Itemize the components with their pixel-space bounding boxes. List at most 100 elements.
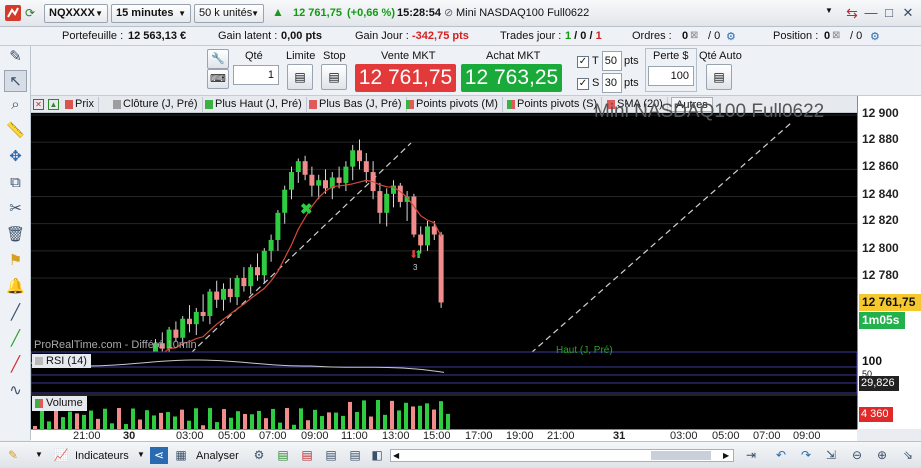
drawing-mode-icon[interactable]: ✎ — [4, 447, 22, 464]
orders-settings-icon[interactable]: ⚙ — [726, 30, 736, 43]
close-icon[interactable]: ✕ — [899, 4, 917, 22]
order-list-icon[interactable]: ▤ — [274, 447, 292, 464]
chart-scrollbar[interactable]: ◀ ▶ — [390, 449, 734, 462]
close-chart-icon[interactable]: ✕ — [33, 99, 44, 110]
positions-icon[interactable]: ▤ — [298, 447, 316, 464]
volume-bar — [40, 408, 44, 429]
candle-body — [302, 161, 308, 175]
fit-screen-icon[interactable]: ⇥ — [742, 447, 760, 464]
chevron-down-icon[interactable]: ▼ — [35, 450, 43, 459]
auto-qty-button[interactable]: ▤ — [706, 64, 732, 90]
chart-area[interactable]: Mini NASDAQ100 Full0622 ProRealTime.com … — [31, 101, 857, 429]
orders-clear-icon[interactable]: ⊠ — [690, 30, 698, 41]
legend-price[interactable]: Prix — [63, 97, 99, 112]
legend-pivots-s[interactable]: Points pivots (S) — [505, 97, 603, 112]
legend-price-label: Prix — [75, 98, 94, 110]
volume-bar — [117, 408, 121, 429]
position-clear-icon[interactable]: ⊠ — [832, 30, 840, 41]
legend-high-label: Plus Haut (J, Pré) — [215, 98, 302, 110]
loss-input[interactable]: 100 — [648, 66, 694, 86]
trash-icon[interactable]: 🗑 — [4, 224, 27, 246]
time-axis[interactable]: 21:00 30 03:00 05:00 07:00 09:00 11:00 13:00 15:… — [31, 429, 857, 442]
layout-icon[interactable]: ▦ — [172, 447, 190, 464]
stop-order-button[interactable]: ▤ — [321, 64, 347, 90]
qty-label: Qté — [245, 50, 263, 62]
volume-bar — [334, 412, 338, 429]
zoom-in-icon[interactable]: ⊕ — [873, 447, 891, 464]
volume-bar — [75, 413, 79, 429]
refresh-icon[interactable]: ⇆ — [843, 4, 861, 22]
limit-label: Limite — [286, 50, 316, 62]
scroll-left-icon[interactable]: ◀ — [393, 450, 399, 461]
chart-up-icon[interactable]: ▲ — [48, 99, 59, 110]
options-chevron-icon[interactable]: ▼ — [825, 6, 833, 15]
alert-ruler-icon[interactable]: ⚑ — [4, 250, 27, 272]
indicators-icon[interactable]: 📈 — [52, 447, 70, 464]
price-chart-svg — [31, 114, 857, 429]
tools-icon[interactable]: ✂ — [4, 198, 27, 220]
pointer-icon[interactable]: ↖ — [4, 70, 27, 92]
position-settings-icon[interactable]: ⚙ — [870, 30, 880, 43]
info-icon[interactable]: ⊘ — [444, 6, 453, 19]
stop-loss-input[interactable]: 30 — [602, 73, 622, 93]
rsi-label-box[interactable]: RSI (14) — [32, 354, 91, 368]
bell-icon[interactable]: 🔔 — [4, 276, 27, 298]
limit-order-button[interactable]: ▤ — [287, 64, 313, 90]
interval-select[interactable]: 15 minutes ▼ — [111, 4, 191, 23]
chart-watermark: Mini NASDAQ100 Full0622 — [594, 101, 825, 122]
volume-bar — [236, 411, 240, 429]
backtest-icon[interactable]: ▤ — [346, 447, 364, 464]
undo-icon[interactable]: ↶ — [772, 447, 790, 464]
buy-market-button[interactable]: 12 763,25 — [461, 64, 562, 92]
legend-pivots-m[interactable]: Points pivots (M) — [404, 97, 503, 112]
screener-icon[interactable]: ⚙ — [250, 447, 268, 464]
target-input[interactable]: 50 — [602, 51, 622, 71]
volume-label-box[interactable]: Volume — [32, 396, 87, 411]
copy-icon[interactable]: ⧉ — [4, 172, 27, 194]
legend-close[interactable]: Clôture (J, Pré) — [111, 97, 203, 112]
stop-loss-label: S — [592, 77, 600, 89]
candle-body — [289, 172, 294, 190]
chevron-down-icon[interactable]: ▼ — [137, 450, 145, 459]
price-scale[interactable]: 12 900 12 880 12 860 12 840 12 820 12 80… — [857, 96, 921, 429]
pencil-icon[interactable]: ✎ — [4, 46, 27, 68]
indicators-button[interactable]: Indicateurs — [75, 450, 129, 462]
move-icon[interactable]: ✥ — [4, 146, 27, 168]
volume-bar — [306, 420, 310, 429]
legend-low[interactable]: Plus Bas (J, Pré) — [307, 97, 407, 112]
sell-market-button[interactable]: 12 761,75 — [355, 64, 456, 92]
volume-bar — [180, 409, 184, 429]
scroll-right-icon[interactable]: ▶ — [723, 450, 729, 461]
line-tool-icon[interactable]: ╱ — [4, 302, 27, 324]
auto-scale-icon[interactable]: ⇲ — [822, 447, 840, 464]
stop-checkbox[interactable]: ✓ — [577, 78, 589, 90]
redo-icon[interactable]: ↷ — [797, 447, 815, 464]
zoom-out-icon[interactable]: ⊖ — [848, 447, 866, 464]
green-line-icon[interactable]: ╱ — [4, 328, 27, 350]
scroll-thumb[interactable] — [651, 451, 711, 460]
order-tools-icon[interactable]: 🔧 — [207, 49, 229, 69]
share-icon[interactable]: ⋖ — [150, 447, 168, 464]
maximize-icon[interactable]: □ — [880, 4, 898, 22]
red-line-icon[interactable]: ╱ — [4, 354, 27, 376]
orders-value: 0 — [682, 30, 689, 42]
qty-input[interactable]: 1 — [233, 65, 279, 85]
zoom-icon[interactable]: ⌕ — [4, 94, 27, 116]
symbol-select[interactable]: NQXXXX ▼ — [44, 4, 108, 23]
keypad-icon[interactable]: ⌨ — [207, 69, 229, 89]
sync-icon[interactable]: ⟳ — [25, 6, 39, 20]
ruler-icon[interactable]: 📏 — [4, 120, 27, 142]
volume-bar — [425, 403, 429, 429]
units-select[interactable]: 50 k unités ▼ — [194, 4, 264, 23]
orders-label: Ordres : — [632, 30, 672, 42]
reports-icon[interactable]: ◧ — [368, 447, 386, 464]
volume-value-badge: 4 360 — [859, 407, 893, 422]
analyze-button[interactable]: Analyser — [196, 450, 239, 462]
resize-grip-icon[interactable]: ⇘ — [899, 447, 917, 464]
target-unit: pts — [624, 55, 639, 67]
trades-history-icon[interactable]: ▤ — [322, 447, 340, 464]
minimize-icon[interactable]: — — [862, 4, 880, 22]
curve-tool-icon[interactable]: ∿ — [4, 380, 27, 402]
target-checkbox[interactable]: ✓ — [577, 56, 589, 68]
legend-high[interactable]: Plus Haut (J, Pré) — [203, 97, 307, 112]
